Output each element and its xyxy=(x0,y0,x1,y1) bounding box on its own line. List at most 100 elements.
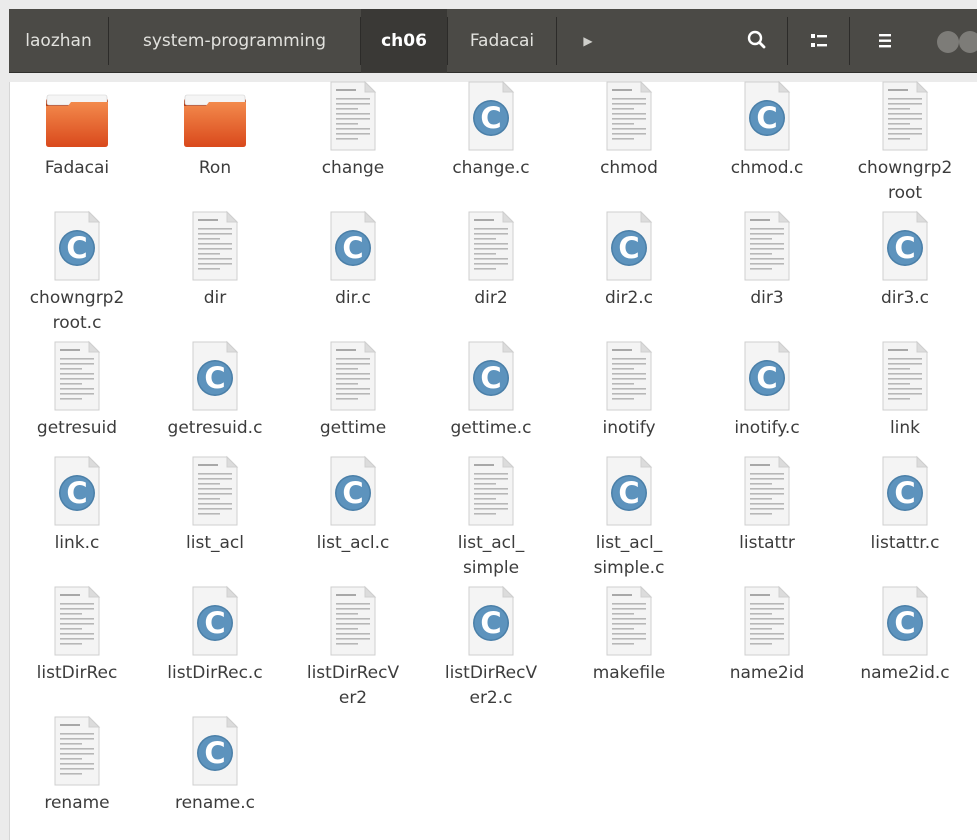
text-file-icon xyxy=(323,80,383,156)
file-name-label: list_acl_ simple xyxy=(457,533,525,578)
c-source-file-icon: C xyxy=(461,80,521,156)
svg-text:C: C xyxy=(342,476,363,510)
c-source-file-icon: C xyxy=(737,340,797,416)
file-name-label: change xyxy=(321,158,385,178)
breadcrumb-fadacai[interactable]: Fadacai xyxy=(448,9,556,73)
breadcrumb-system-programming[interactable]: system-programming xyxy=(109,9,360,73)
file-name-label: gettime xyxy=(319,418,387,438)
search-icon xyxy=(747,30,766,49)
file-name-label: getresuid.c xyxy=(167,418,263,438)
view-toggle-button[interactable] xyxy=(797,19,841,63)
view-toggle-icon xyxy=(811,34,827,47)
toolbar-separator xyxy=(787,17,788,65)
c-source-file-icon: C xyxy=(875,585,935,661)
text-file-icon xyxy=(737,585,797,661)
file-name-label: chmod.c xyxy=(730,158,804,178)
file-name-label: listDirRecV er2.c xyxy=(444,663,538,708)
file-name-label: inotify.c xyxy=(734,418,800,438)
file-name-label: chowngrp2 root.c xyxy=(29,288,125,333)
breadcrumb-forward-arrow-icon[interactable]: ▶ xyxy=(577,9,599,73)
text-file-icon xyxy=(323,340,383,416)
svg-text:C: C xyxy=(756,361,777,395)
c-source-file-icon: C xyxy=(323,210,383,286)
svg-text:C: C xyxy=(204,736,225,770)
file-name-label: list_acl_ simple.c xyxy=(593,533,665,578)
text-file-icon xyxy=(875,80,935,156)
file-name-label: dir xyxy=(203,288,227,308)
folder-icon xyxy=(44,92,110,154)
file-name-label: Ron xyxy=(198,158,232,178)
file-name-label: gettime.c xyxy=(450,418,532,438)
hamburger-menu-icon xyxy=(879,34,891,48)
file-name-label: listattr xyxy=(739,533,795,553)
svg-text:C: C xyxy=(342,231,363,265)
search-button[interactable] xyxy=(735,19,779,63)
svg-text:C: C xyxy=(480,361,501,395)
file-name-label: link.c xyxy=(54,533,100,553)
svg-text:C: C xyxy=(894,231,915,265)
file-name-label: name2id.c xyxy=(860,663,950,683)
file-name-label: list_acl xyxy=(186,533,244,553)
breadcrumb-separator xyxy=(556,17,557,65)
file-name-label: chmod xyxy=(600,158,658,178)
file-name-label: listattr.c xyxy=(870,533,940,553)
minimize-window-icon[interactable] xyxy=(937,31,959,53)
file-name-label: list_acl.c xyxy=(316,533,390,553)
file-name-label: chowngrp2 root xyxy=(857,158,953,203)
file-name-label: name2id xyxy=(729,663,805,683)
file-name-label: dir3 xyxy=(750,288,784,308)
svg-text:C: C xyxy=(66,231,87,265)
svg-text:C: C xyxy=(66,476,87,510)
text-file-icon xyxy=(185,210,245,286)
text-file-icon xyxy=(461,455,521,531)
file-name-label: change.c xyxy=(452,158,530,178)
text-file-icon xyxy=(185,455,245,531)
file-name-label: dir2.c xyxy=(604,288,654,308)
file-name-label: dir3.c xyxy=(880,288,930,308)
c-source-file-icon: C xyxy=(47,455,107,531)
svg-text:C: C xyxy=(894,606,915,640)
c-source-file-icon: C xyxy=(461,340,521,416)
svg-text:C: C xyxy=(756,101,777,135)
c-source-file-icon: C xyxy=(185,585,245,661)
c-source-file-icon: C xyxy=(875,455,935,531)
file-name-label: dir.c xyxy=(335,288,371,308)
text-file-icon xyxy=(737,210,797,286)
text-file-icon xyxy=(599,80,659,156)
c-source-file-icon: C xyxy=(737,80,797,156)
menu-button[interactable] xyxy=(863,19,907,63)
c-source-file-icon: C xyxy=(47,210,107,286)
c-source-file-icon: C xyxy=(599,210,659,286)
breadcrumb-ch06[interactable]: ch06 xyxy=(361,9,447,73)
c-source-file-icon: C xyxy=(323,455,383,531)
text-file-icon xyxy=(47,340,107,416)
text-file-icon xyxy=(737,455,797,531)
svg-text:C: C xyxy=(480,606,501,640)
text-file-icon xyxy=(47,585,107,661)
c-source-file-icon: C xyxy=(599,455,659,531)
maximize-window-icon[interactable] xyxy=(959,31,977,53)
c-source-file-icon: C xyxy=(185,340,245,416)
text-file-icon xyxy=(461,210,521,286)
toolbar-separator xyxy=(849,17,850,65)
breadcrumb-laozhan[interactable]: laozhan xyxy=(9,9,108,73)
text-file-icon xyxy=(599,340,659,416)
folder-icon xyxy=(182,92,248,154)
file-name-label: rename.c xyxy=(174,793,256,813)
window-left-border xyxy=(9,82,10,840)
text-file-icon xyxy=(47,715,107,791)
text-file-icon xyxy=(599,585,659,661)
svg-text:C: C xyxy=(204,606,225,640)
file-name-label: listDirRecV er2 xyxy=(306,663,400,708)
file-name-label: listDirRec.c xyxy=(167,663,263,683)
text-file-icon xyxy=(875,340,935,416)
file-name-label: listDirRec xyxy=(36,663,118,683)
path-bar: laozhan system-programming ch06 Fadacai … xyxy=(9,9,977,73)
file-name-label: link xyxy=(889,418,921,438)
file-name-label: makefile xyxy=(592,663,666,683)
svg-text:C: C xyxy=(618,231,639,265)
file-name-label: dir2 xyxy=(474,288,508,308)
c-source-file-icon: C xyxy=(185,715,245,791)
file-name-label: inotify xyxy=(602,418,656,438)
file-name-label: Fadacai xyxy=(44,158,110,178)
